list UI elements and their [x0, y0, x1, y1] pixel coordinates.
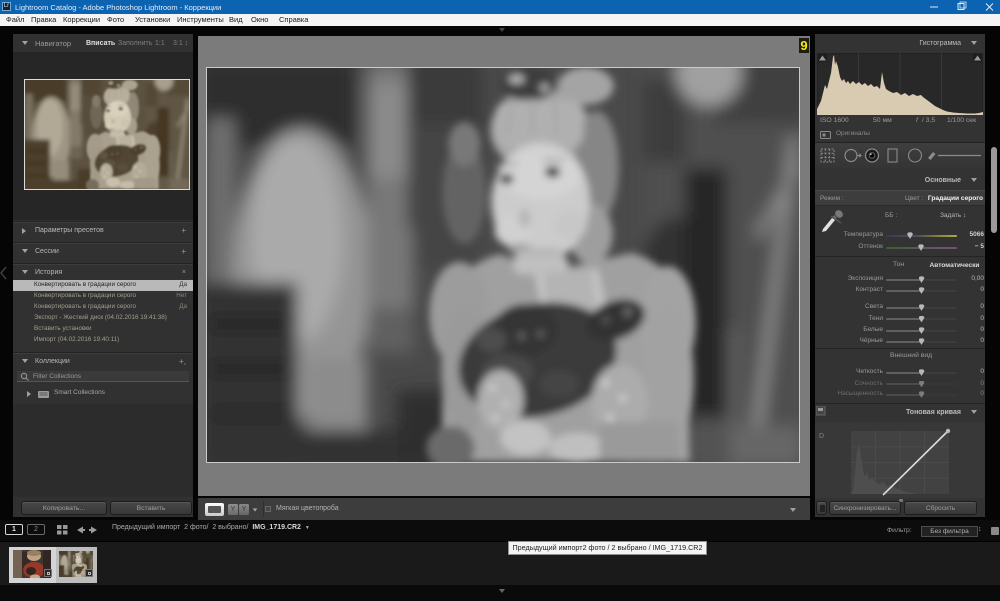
svg-text:D: D [819, 433, 824, 440]
